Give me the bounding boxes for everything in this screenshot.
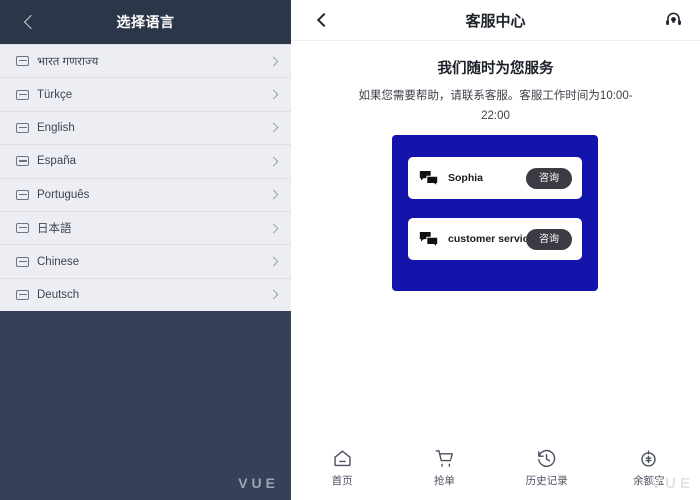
language-list-item[interactable]: English xyxy=(0,110,291,145)
chevron-right-icon xyxy=(268,56,279,67)
language-panel: 选择语言 भारत गणराज्य Türkçe English España xyxy=(0,0,291,500)
language-label: Chinese xyxy=(37,255,80,268)
agent-name: Sophia xyxy=(448,172,484,184)
chevron-right-icon xyxy=(268,289,279,300)
flag-placeholder-icon xyxy=(16,89,29,100)
chevron-right-icon xyxy=(268,256,279,267)
cart-icon xyxy=(434,447,455,469)
language-list-item[interactable]: भारत गणराज्य xyxy=(0,44,291,78)
flag-placeholder-icon xyxy=(16,189,29,200)
tab-history[interactable]: 历史记录 xyxy=(496,447,598,488)
flag-placeholder-icon xyxy=(16,56,29,67)
home-icon xyxy=(332,447,353,469)
language-list-item[interactable]: España xyxy=(0,144,291,178)
language-label: English xyxy=(37,121,75,134)
service-intro: 我们随时为您服务 如果您需要帮助，请联系客服。客服工作时间为10:00-22:0… xyxy=(291,41,700,126)
tab-label: 首页 xyxy=(331,475,353,487)
chevron-right-icon xyxy=(268,123,279,133)
flag-placeholder-icon xyxy=(16,156,29,167)
language-label: Deutsch xyxy=(37,288,80,301)
chat-bubbles-icon xyxy=(419,170,439,187)
flag-placeholder-icon xyxy=(16,122,29,133)
chevron-right-icon xyxy=(268,156,279,167)
flag-placeholder-icon xyxy=(16,223,29,234)
language-list-item[interactable]: Türkçe xyxy=(0,77,291,111)
customer-service-panel: 客服中心 我们随时为您服务 如果您需要帮助，请联系客服。客服工作时间为10:00… xyxy=(291,0,700,500)
wallet-coin-icon xyxy=(638,447,659,469)
agent-consult-button[interactable]: 咨询 xyxy=(526,228,572,250)
chat-bubbles-icon xyxy=(419,231,439,248)
agents-card: Sophia 咨询 customer service 咨询 xyxy=(392,135,598,291)
service-back-button[interactable] xyxy=(309,0,335,40)
app-screen: 选择语言 भारत गणराज्य Türkçe English España xyxy=(0,0,700,500)
language-label: España xyxy=(37,155,77,168)
flag-placeholder-icon xyxy=(16,256,29,267)
service-intro-description: 如果您需要帮助，请联系客服。客服工作时间为10:00-22:00 xyxy=(358,90,633,122)
agent-row[interactable]: Sophia 咨询 xyxy=(408,157,582,199)
chevron-left-icon xyxy=(23,14,38,30)
headset-icon xyxy=(666,12,681,25)
agent-name: customer service xyxy=(448,233,526,245)
chevron-left-icon xyxy=(316,12,331,28)
language-list-item[interactable]: Chinese xyxy=(0,244,291,278)
language-list-item[interactable]: Português xyxy=(0,177,291,211)
language-header: 选择语言 xyxy=(0,0,291,44)
chevron-right-icon xyxy=(268,89,279,100)
language-label: Português xyxy=(37,188,90,201)
agent-row[interactable]: customer service 咨询 xyxy=(408,218,582,260)
language-label: Türkçe xyxy=(37,88,73,101)
agent-consult-button[interactable]: 咨询 xyxy=(526,167,572,189)
bottom-tabbar: 首页 抢单 历史记录 余额宝 xyxy=(291,447,700,488)
language-label: भारत गणराज्य xyxy=(37,55,99,68)
flag-placeholder-icon xyxy=(16,289,29,300)
chevron-right-icon xyxy=(268,189,279,200)
tab-home[interactable]: 首页 xyxy=(291,447,393,488)
headset-button[interactable] xyxy=(663,0,684,40)
service-intro-title: 我们随时为您服务 xyxy=(437,61,554,77)
history-clock-icon xyxy=(536,447,557,469)
language-list-item[interactable]: Deutsch xyxy=(0,277,291,312)
language-list-item[interactable]: 日本語 xyxy=(0,210,291,245)
language-page-title: 选择语言 xyxy=(116,14,175,30)
page-title: 客服中心 xyxy=(465,12,526,30)
tab-orders[interactable]: 抢单 xyxy=(393,447,495,488)
language-list: भारत गणराज्य Türkçe English España Portu… xyxy=(0,44,291,312)
tab-label: 历史记录 xyxy=(525,475,568,487)
watermark: VUE xyxy=(651,475,694,492)
language-back-button[interactable] xyxy=(14,0,44,44)
watermark: VUE xyxy=(238,475,279,491)
customer-service-header: 客服中心 xyxy=(291,0,700,41)
language-label: 日本語 xyxy=(37,223,72,236)
chevron-right-icon xyxy=(268,223,279,234)
tab-label: 抢单 xyxy=(433,475,455,487)
